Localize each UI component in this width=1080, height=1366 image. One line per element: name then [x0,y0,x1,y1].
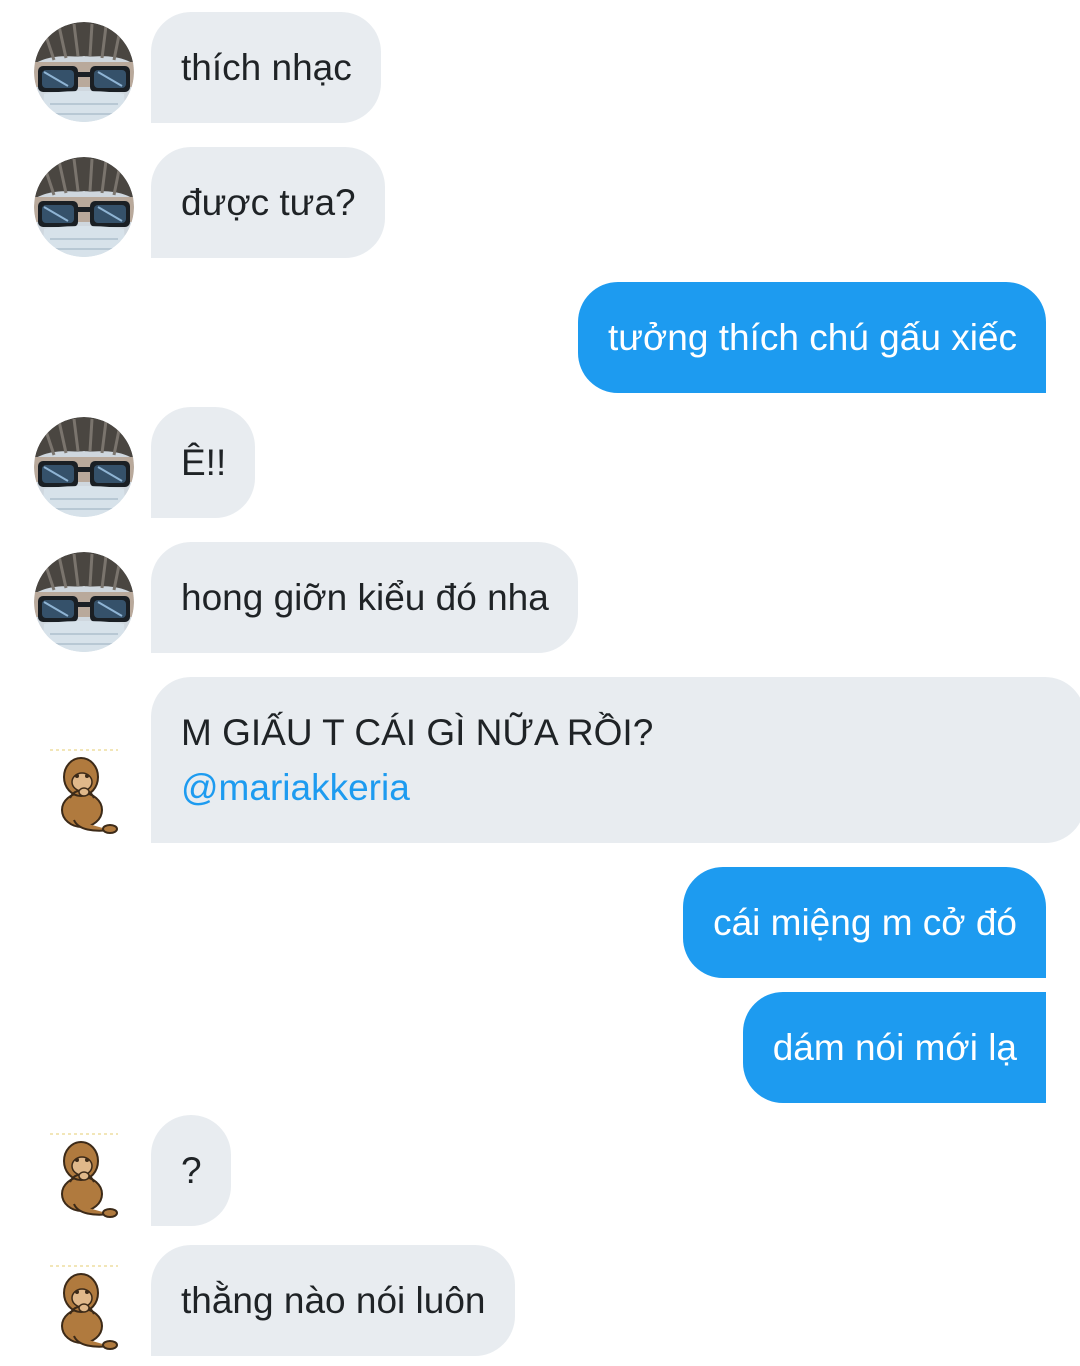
message-text: thằng nào nói luôn [181,1280,486,1321]
outgoing-message-bubble[interactable]: cái miệng m cở đó [683,867,1046,978]
message-bubble[interactable]: Ê!! [151,407,256,518]
sitting-animal-avatar[interactable] [44,1258,124,1353]
message-text: Ê!! [181,442,227,483]
sitting-animal-avatar[interactable] [44,742,124,837]
outgoing-message-bubble[interactable]: dám nói mới lạ [742,992,1046,1103]
person-sunglasses-avatar[interactable] [34,417,134,517]
message-text: M GIẤU T CÁI GÌ NỮA RỒI? [181,712,654,753]
message-bubble[interactable]: ? [151,1115,231,1226]
message-text: thích nhạc [181,47,352,88]
message-text: cái miệng m cở đó [713,902,1017,943]
person-sunglasses-avatar[interactable] [34,157,134,257]
message-bubble[interactable]: M GIẤU T CÁI GÌ NỮA RỒI? @mariakkeria [151,677,1080,843]
mention-link[interactable]: @mariakkeria [181,760,653,815]
message-text: ? [181,1150,202,1191]
person-sunglasses-avatar[interactable] [34,552,134,652]
sitting-animal-avatar[interactable] [44,1126,124,1221]
message-bubble[interactable]: thằng nào nói luôn [151,1245,515,1356]
outgoing-message-bubble[interactable]: tưởng thích chú gấu xiếc [578,282,1046,393]
message-bubble[interactable]: được tưa? [151,147,385,258]
message-bubble[interactable]: thích nhạc [151,12,381,123]
message-text: dám nói mới lạ [772,1027,1017,1068]
message-text: hong giỡn kiểu đó nha [181,577,549,618]
person-sunglasses-avatar[interactable] [34,22,134,122]
message-text: tưởng thích chú gấu xiếc [608,317,1017,358]
message-bubble[interactable]: hong giỡn kiểu đó nha [151,542,578,653]
message-text: được tưa? [181,182,356,223]
